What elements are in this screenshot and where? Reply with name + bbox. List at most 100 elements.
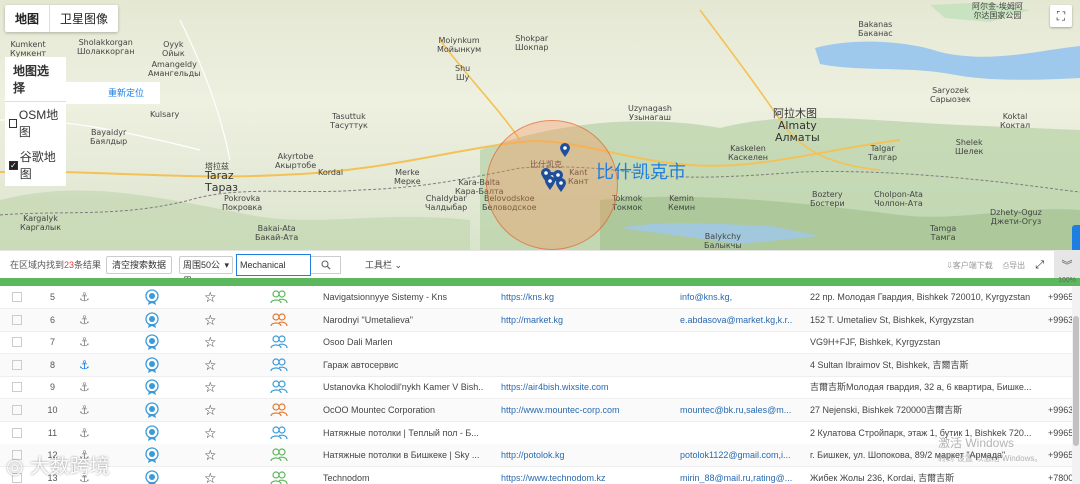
star-icon[interactable]: ☆ [204,467,217,484]
clear-search-button[interactable]: 清空搜索数据 [106,255,173,274]
badge-icon[interactable] [145,467,159,484]
google-map-option[interactable]: ✓ 谷歌地图 [5,144,66,186]
tab-map[interactable]: 地图 [5,5,49,32]
badge-icon[interactable] [145,422,159,444]
company-name[interactable]: Osoo Dali Marlen [323,331,483,353]
anchor-icon[interactable]: ⚓ [79,376,90,398]
table-row[interactable]: 10 ⚓ ☆ OcOO Mountec Corporation http://www.m… [0,399,1072,422]
relocate-button[interactable]: 重新定位 [66,82,160,104]
expand-icon[interactable]: ⤢ [1035,259,1044,272]
badge-icon[interactable] [145,354,159,376]
badge-icon[interactable] [145,286,159,308]
tab-satellite[interactable]: 卫星图像 [49,5,118,32]
anchor-icon[interactable]: ⚓ [79,354,90,376]
people-icon[interactable] [270,354,288,376]
collapse-button[interactable]: ︾ [1054,251,1080,279]
google-map-checkbox[interactable]: ✓ [9,160,18,170]
map-view[interactable]: Kumkent Кумкент Sholakkorgan Шолаккорган… [0,0,1080,250]
map-pin-icon[interactable] [556,178,566,192]
website-link[interactable]: http://potolok.kg [501,444,661,466]
company-name[interactable]: Натяжные потолки | Теплый пол - Б... [323,422,483,444]
email-link[interactable] [680,422,793,444]
row-checkbox[interactable] [12,399,22,421]
star-icon[interactable]: ☆ [204,309,217,331]
badge-icon[interactable] [145,444,159,466]
company-name[interactable]: Гараж автосервис [323,354,483,376]
row-checkbox[interactable] [12,331,22,353]
anchor-icon[interactable]: ⚓ [79,309,90,331]
email-link[interactable]: e.abdasova@market.kg,k.r... [680,309,793,331]
website-link[interactable] [501,354,661,376]
email-link[interactable]: potolok1122@gmail.com,i... [680,444,793,466]
people-icon[interactable] [270,309,288,331]
people-icon[interactable] [270,376,288,398]
company-name[interactable]: OcOO Mountec Corporation [323,399,483,421]
company-name[interactable]: Ustanovka Kholodil'nykh Kamer V Bish... [323,376,483,398]
row-checkbox[interactable] [12,354,22,376]
table-row[interactable]: 6 ⚓ ☆ Narodnyi "Umetalieva" http://market.kg… [0,308,1072,332]
star-icon[interactable]: ☆ [204,286,217,308]
star-icon[interactable]: ☆ [204,422,217,444]
company-name[interactable]: Натяжные потолки в Бишкеке | Sky ... [323,444,483,466]
table-row[interactable]: 8 ⚓ ☆ Гараж автосервис 4 Sultan Ibraimov St,… [0,353,1072,377]
row-checkbox[interactable] [12,286,22,308]
people-icon[interactable] [270,444,288,466]
badge-icon[interactable] [145,309,159,331]
table-row[interactable]: 12 ⚓ ☆ Натяжные потолки в Бишкеке | Sky ...… [0,444,1072,468]
table-row[interactable]: 7 ⚓ ☆ Osoo Dali Marlen VG9H+FJF, Bishkek, Ky… [0,331,1072,355]
company-name[interactable]: Technodom [323,467,483,484]
website-link[interactable] [501,422,661,444]
search-input[interactable]: Mechanical [236,253,312,276]
search-button[interactable] [311,255,342,274]
badge-icon[interactable] [145,331,159,353]
people-icon[interactable] [270,286,288,308]
people-icon[interactable] [270,422,288,444]
people-icon[interactable] [270,331,288,353]
star-icon[interactable]: ☆ [204,444,217,466]
email-link[interactable] [680,331,793,353]
osm-map-checkbox[interactable] [9,118,17,128]
company-name[interactable]: Navigatsionnyye Sistemy - Kns [323,286,483,308]
anchor-icon[interactable]: ⚓ [79,286,90,308]
table-row[interactable]: 13 ⚓ ☆ Technodom https://www.technodom.kz mir… [0,467,1072,484]
table-row[interactable]: 11 ⚓ ☆ Натяжные потолки | Теплый пол - Б...… [0,422,1072,445]
website-link[interactable]: https://air4bish.wixsite.com [501,376,661,398]
email-link[interactable] [680,354,793,376]
people-icon[interactable] [270,467,288,484]
star-icon[interactable]: ☆ [204,399,217,421]
phone: +99631 [1048,405,1072,415]
email-link[interactable]: mountec@bk.ru,sales@m... [680,399,793,421]
table-row[interactable]: 5 ⚓ ☆ Navigatsionnyye Sistemy - Kns https://… [0,286,1072,309]
map-pin-icon[interactable] [545,176,555,190]
client-download-link[interactable]: ⇩客户端下载 [946,260,993,271]
website-link[interactable]: https://www.technodom.kz [501,467,661,484]
range-select[interactable]: 周围50公里▾ [179,255,234,286]
star-icon[interactable]: ☆ [204,354,217,376]
anchor-icon[interactable]: ⚓ [79,331,90,353]
row-checkbox[interactable] [12,422,22,444]
star-icon[interactable]: ☆ [204,331,217,353]
company-name[interactable]: Narodnyi "Umetalieva" [323,309,483,331]
fullscreen-button[interactable]: ⛶ [1050,5,1072,27]
website-link[interactable] [501,331,661,353]
star-icon[interactable]: ☆ [204,376,217,398]
row-checkbox[interactable] [12,309,22,331]
email-link[interactable]: info@kns.kg, [680,286,793,308]
anchor-icon[interactable]: ⚓ [79,399,90,421]
tools-dropdown[interactable]: 工具栏 ⌄ [365,258,402,271]
map-pin-icon[interactable] [560,143,570,157]
people-icon[interactable] [270,399,288,421]
badge-icon[interactable] [145,376,159,398]
table-row[interactable]: 9 ⚓ ☆ Ustanovka Kholodil'nykh Kamer V Bish.… [0,376,1072,400]
email-link[interactable] [680,376,793,398]
website-link[interactable]: http://www.mountec-corp.com [501,399,661,421]
export-link[interactable]: ⎙导出 [1003,260,1025,271]
osm-map-option[interactable]: OSM地图 [5,102,66,144]
table-scrollbar[interactable] [1072,286,1080,484]
email-link[interactable]: mirin_88@mail.ru,rating@... [680,467,793,484]
website-link[interactable]: http://market.kg [501,309,661,331]
row-checkbox[interactable] [12,376,22,398]
website-link[interactable]: https://kns.kg [501,286,661,308]
anchor-icon[interactable]: ⚓ [79,422,90,444]
badge-icon[interactable] [145,399,159,421]
